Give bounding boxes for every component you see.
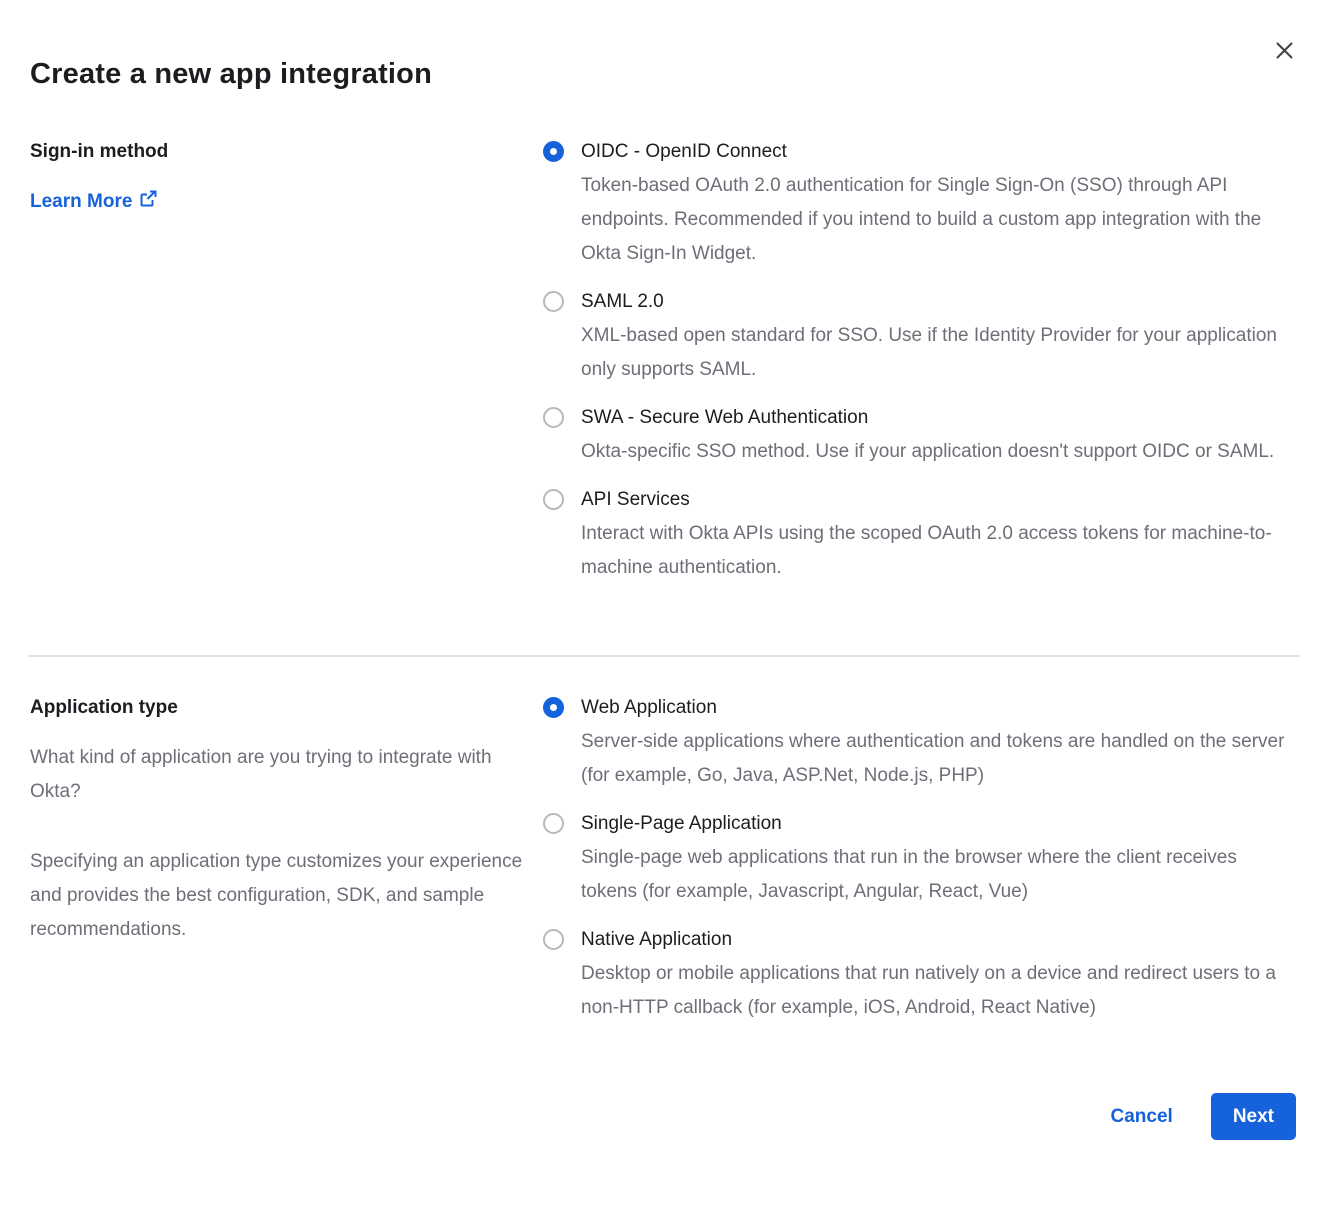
signin-method-heading: Sign-in method	[30, 135, 530, 169]
application-type-options: Web ApplicationServer-side applications …	[543, 691, 1296, 1039]
radio-unselected-icon[interactable]	[543, 813, 564, 834]
signin-method-options: OIDC - OpenID ConnectToken-based OAuth 2…	[543, 135, 1296, 599]
radio-option-web-application[interactable]: Web ApplicationServer-side applications …	[543, 691, 1296, 793]
close-button[interactable]	[1270, 38, 1298, 66]
radio-option-description: XML-based open standard for SSO. Use if …	[581, 319, 1296, 387]
radio-option-description: Okta-specific SSO method. Use if your ap…	[581, 435, 1274, 469]
learn-more-link[interactable]: Learn More	[30, 185, 157, 219]
radio-unselected-icon[interactable]	[543, 407, 564, 428]
radio-option-description: Token-based OAuth 2.0 authentication for…	[581, 169, 1296, 271]
radio-option-single-page-application[interactable]: Single-Page ApplicationSingle-page web a…	[543, 807, 1296, 909]
signin-method-left-column: Sign-in method Learn More	[30, 135, 543, 219]
radio-option-text: OIDC - OpenID ConnectToken-based OAuth 2…	[581, 135, 1296, 271]
radio-option-text: API ServicesInteract with Okta APIs usin…	[581, 483, 1296, 585]
radio-selected-icon[interactable]	[543, 141, 564, 162]
external-link-icon	[140, 185, 157, 219]
cancel-button[interactable]: Cancel	[1111, 1106, 1173, 1128]
radio-option-label: SAML 2.0	[581, 285, 1296, 319]
application-type-explanation: Specifying an application type customize…	[30, 845, 530, 947]
radio-option-label: Single-Page Application	[581, 807, 1296, 841]
create-app-integration-dialog: Create a new app integration Sign-in met…	[0, 0, 1332, 1210]
radio-option-label: OIDC - OpenID Connect	[581, 135, 1296, 169]
radio-option-native-application[interactable]: Native ApplicationDesktop or mobile appl…	[543, 923, 1296, 1025]
radio-option-swa-secure-web-authentication[interactable]: SWA - Secure Web AuthenticationOkta-spec…	[543, 401, 1296, 469]
radio-unselected-icon[interactable]	[543, 489, 564, 510]
section-divider	[28, 655, 1300, 657]
application-type-heading: Application type	[30, 691, 530, 725]
dialog-title: Create a new app integration	[30, 58, 1296, 91]
application-type-question: What kind of application are you trying …	[30, 741, 530, 809]
radio-option-oidc-openid-connect[interactable]: OIDC - OpenID ConnectToken-based OAuth 2…	[543, 135, 1296, 271]
radio-option-text: Native ApplicationDesktop or mobile appl…	[581, 923, 1296, 1025]
radio-option-description: Interact with Okta APIs using the scoped…	[581, 517, 1296, 585]
radio-option-text: SWA - Secure Web AuthenticationOkta-spec…	[581, 401, 1274, 469]
close-icon	[1275, 41, 1294, 63]
radio-option-text: Web ApplicationServer-side applications …	[581, 691, 1296, 793]
radio-option-label: Native Application	[581, 923, 1296, 957]
radio-option-saml-2-0[interactable]: SAML 2.0XML-based open standard for SSO.…	[543, 285, 1296, 387]
signin-method-section: Sign-in method Learn More OIDC - OpenID …	[30, 135, 1296, 599]
application-type-section: Application type What kind of applicatio…	[30, 691, 1296, 1039]
next-button[interactable]: Next	[1211, 1093, 1296, 1140]
radio-option-label: Web Application	[581, 691, 1296, 725]
radio-option-description: Desktop or mobile applications that run …	[581, 957, 1296, 1025]
radio-unselected-icon[interactable]	[543, 291, 564, 312]
dialog-footer: Cancel Next	[30, 1093, 1296, 1140]
application-type-left-column: Application type What kind of applicatio…	[30, 691, 543, 947]
radio-unselected-icon[interactable]	[543, 929, 564, 950]
radio-option-description: Server-side applications where authentic…	[581, 725, 1296, 793]
radio-option-description: Single-page web applications that run in…	[581, 841, 1296, 909]
radio-option-label: API Services	[581, 483, 1296, 517]
radio-option-label: SWA - Secure Web Authentication	[581, 401, 1274, 435]
radio-option-text: Single-Page ApplicationSingle-page web a…	[581, 807, 1296, 909]
radio-selected-icon[interactable]	[543, 697, 564, 718]
learn-more-label: Learn More	[30, 185, 132, 219]
radio-option-api-services[interactable]: API ServicesInteract with Okta APIs usin…	[543, 483, 1296, 585]
radio-option-text: SAML 2.0XML-based open standard for SSO.…	[581, 285, 1296, 387]
